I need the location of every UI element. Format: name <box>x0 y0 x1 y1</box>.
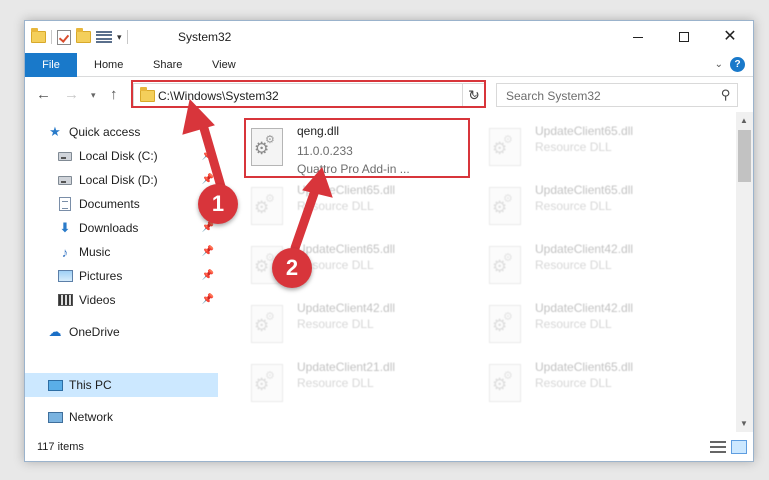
arrow-head-1 <box>182 98 215 135</box>
step-2-callout: 2 <box>272 248 312 288</box>
arrow-to-address-bar <box>196 113 227 195</box>
arrow-head-2 <box>302 167 333 198</box>
annotation-arrows <box>182 98 333 253</box>
step-1-callout: 1 <box>198 184 238 224</box>
